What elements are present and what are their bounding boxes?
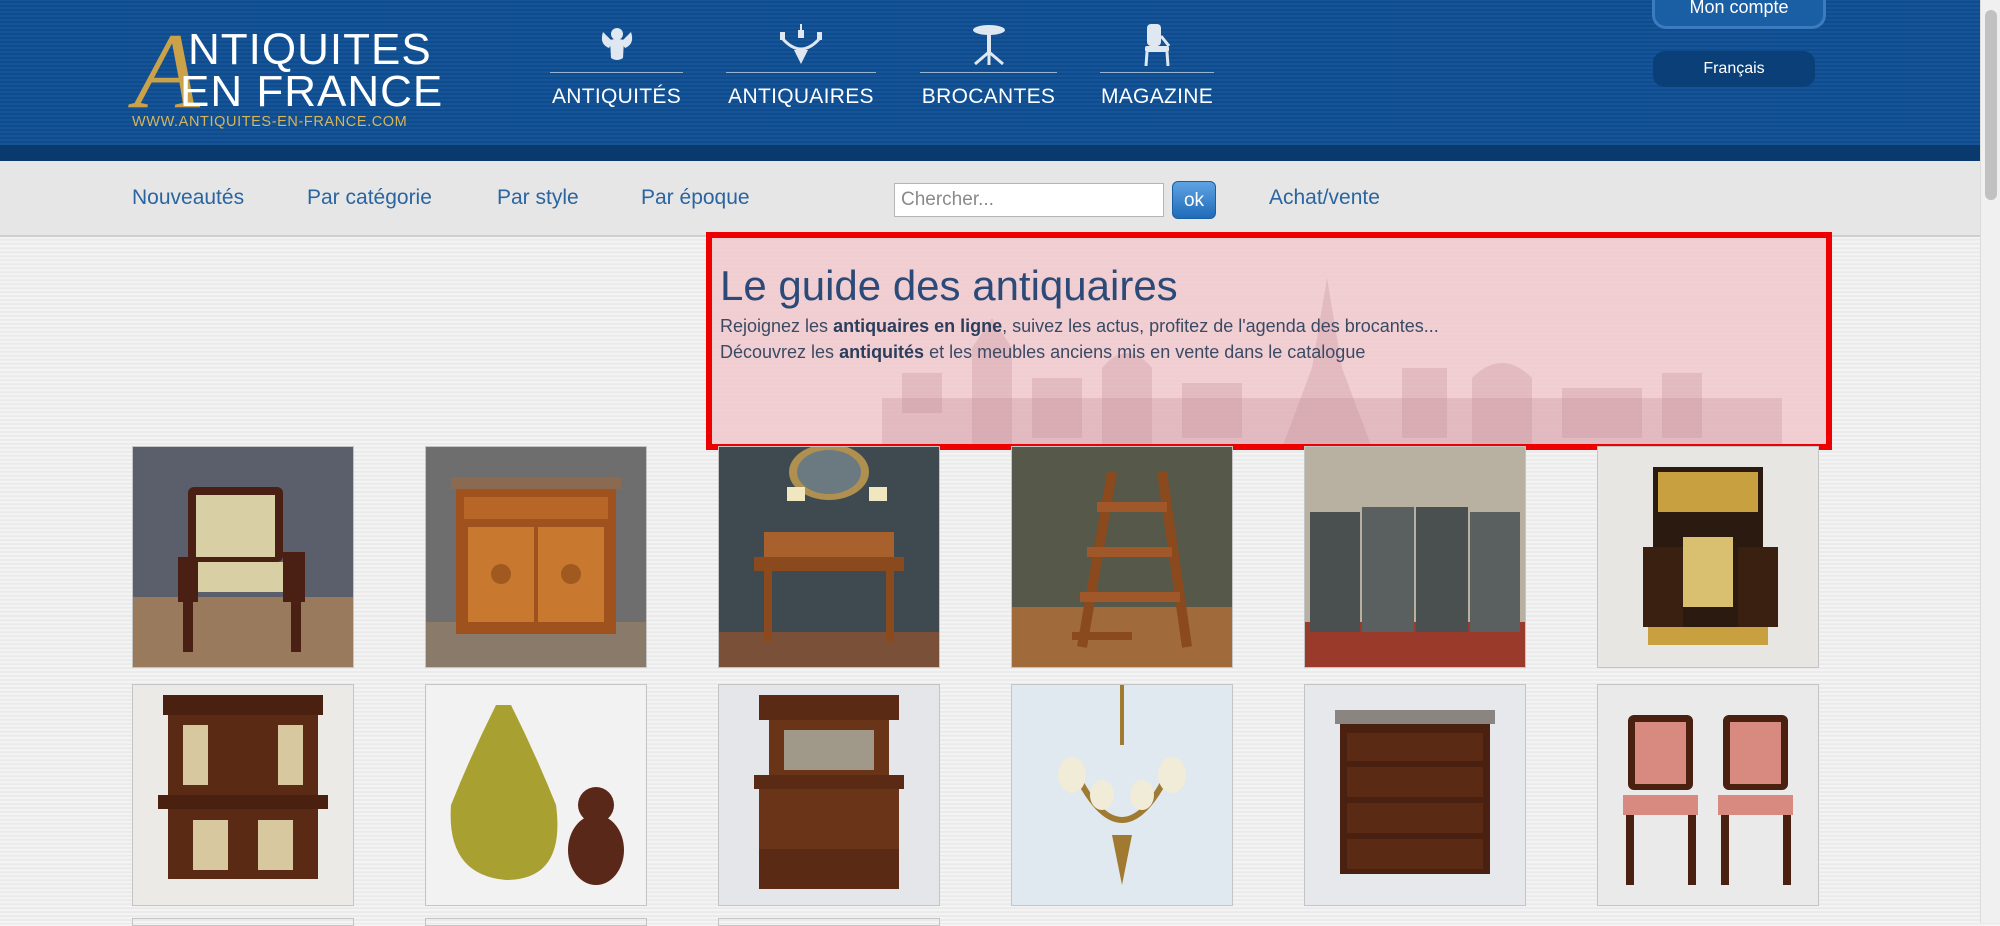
liquor-cabinet-photo xyxy=(1598,447,1818,667)
cabinet-photo xyxy=(426,447,646,667)
nav-antiquites[interactable]: ANTIQUITÉS xyxy=(550,24,683,109)
logo-line-2: EN FRANCE xyxy=(180,67,444,116)
hero-text-line-1: Rejoignez les antiquaires en ligne, suiv… xyxy=(720,316,1439,337)
nav-divider xyxy=(726,72,876,73)
product-thumbnail-cabinet[interactable] xyxy=(425,446,647,668)
product-thumbnail-row-3[interactable] xyxy=(132,918,354,926)
nav-divider xyxy=(1100,72,1214,73)
nav-antiquaires-label: ANTIQUAIRES xyxy=(728,85,874,108)
hero-text: Rejoignez les xyxy=(720,316,834,336)
logo-line-1: NTIQUITES xyxy=(188,25,432,74)
desk-photo xyxy=(719,447,939,667)
product-thumbnail-ladder[interactable] xyxy=(1011,446,1233,668)
product-thumbnail-pear[interactable] xyxy=(425,684,647,906)
product-thumbnail-armchairs[interactable] xyxy=(1597,684,1819,906)
nav-antiquites-label: ANTIQUITÉS xyxy=(551,85,681,108)
product-thumbnail-row-3[interactable] xyxy=(718,918,940,926)
chandelier-icon xyxy=(780,24,822,64)
nav-divider xyxy=(920,72,1057,73)
sideboard-photo xyxy=(719,685,939,905)
nav-antiquaires[interactable]: ANTIQUAIRES xyxy=(726,24,876,109)
search-submit-button[interactable]: ok xyxy=(1172,181,1216,219)
product-thumbnail-desk[interactable] xyxy=(718,446,940,668)
armchair-photo xyxy=(133,447,353,667)
link-par-categorie[interactable]: Par catégorie xyxy=(307,186,432,210)
nav-brocantes-label: BROCANTES xyxy=(921,85,1056,108)
hero-text: et les meubles anciens mis en vente dans… xyxy=(924,342,1366,362)
link-par-epoque[interactable]: Par époque xyxy=(641,186,750,210)
hero-banner: Le guide des antiquaires Rejoignez les a… xyxy=(706,232,1832,450)
nav-brocantes[interactable]: BROCANTES xyxy=(920,24,1057,109)
product-thumbnail-row-3[interactable] xyxy=(425,918,647,926)
nav-magazine-label: MAGAZINE xyxy=(1100,85,1214,108)
product-thumbnail-chandelier[interactable] xyxy=(1011,684,1233,906)
product-thumbnail-screen[interactable] xyxy=(1304,446,1526,668)
product-thumbnail-sideboard[interactable] xyxy=(718,684,940,906)
chest-of-drawers-photo xyxy=(1305,685,1525,905)
hero-title: Le guide des antiquaires xyxy=(720,262,1178,309)
site-logo[interactable]: A NTIQUITES EN FRANCE WWW.ANTIQUITES-EN-… xyxy=(130,18,444,132)
product-thumbnail-liquor-cabinet[interactable] xyxy=(1597,446,1819,668)
buffet-photo xyxy=(133,685,353,905)
product-thumbnail-buffet[interactable] xyxy=(132,684,354,906)
pair-of-armchairs-photo xyxy=(1598,685,1818,905)
my-account-button[interactable]: Mon compte xyxy=(1652,0,1826,29)
chandelier-photo xyxy=(1012,685,1232,905)
link-par-style[interactable]: Par style xyxy=(497,186,579,210)
pedestal-table-icon xyxy=(972,25,1005,66)
hero-text: Découvrez les xyxy=(720,342,840,362)
search-input[interactable] xyxy=(894,183,1164,217)
vertical-scrollbar[interactable] xyxy=(1980,0,2000,923)
language-selector[interactable]: Français xyxy=(1653,51,1815,87)
scrollbar-thumb[interactable] xyxy=(1985,10,1997,200)
logo-url: WWW.ANTIQUITES-EN-FRANCE.COM xyxy=(132,114,408,130)
nav-magazine[interactable]: MAGAZINE xyxy=(1100,24,1214,109)
link-antiquites[interactable]: antiquités xyxy=(839,342,924,362)
secondary-nav: Nouveautés Par catégorie Par style Par é… xyxy=(0,161,1980,237)
link-achat-vente[interactable]: Achat/vente xyxy=(1269,186,1380,210)
pear-photo xyxy=(426,685,646,905)
hero-text-line-2: Découvrez les antiquités et les meubles … xyxy=(720,342,1365,363)
product-thumbnail-chest[interactable] xyxy=(1304,684,1526,906)
cherub-icon xyxy=(601,28,632,60)
product-thumbnail-armchair[interactable] xyxy=(132,446,354,668)
link-antiquaires-en-ligne[interactable]: antiquaires en ligne xyxy=(833,316,1002,336)
nav-divider xyxy=(550,72,683,73)
chair-icon xyxy=(1144,24,1171,66)
ladder-photo xyxy=(1012,447,1232,667)
link-nouveautes[interactable]: Nouveautés xyxy=(132,186,244,210)
site-header: A NTIQUITES EN FRANCE WWW.ANTIQUITES-EN-… xyxy=(0,0,1980,145)
folding-screen-photo xyxy=(1305,447,1525,667)
header-divider-strip xyxy=(0,145,1980,161)
hero-text: , suivez les actus, profitez de l'agenda… xyxy=(1002,316,1439,336)
